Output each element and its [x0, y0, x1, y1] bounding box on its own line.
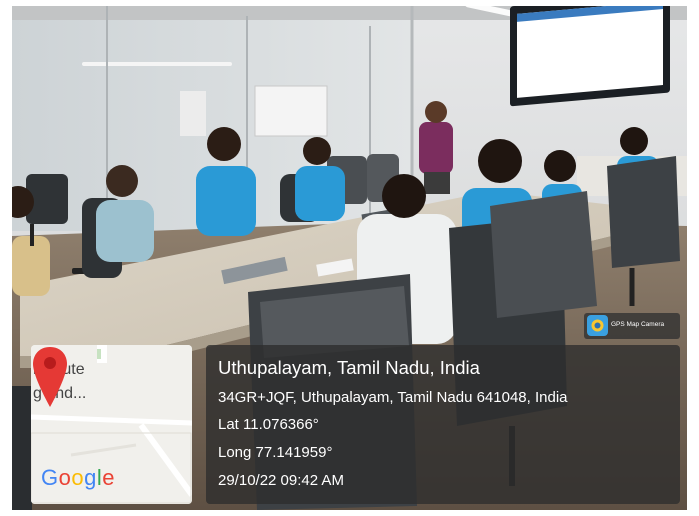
presenter-trousers: [424, 172, 450, 194]
location-title: Uthupalayam, Tamil Nadu, India: [218, 357, 480, 378]
location-info-panel: Uthupalayam, Tamil Nadu, India 34GR+JQF,…: [206, 345, 680, 504]
person-head: [544, 150, 576, 182]
location-latitude: Lat 11.076366°: [218, 416, 319, 433]
person-head: [478, 139, 522, 183]
gps-map-camera-label: GPS Map Camera: [611, 321, 665, 328]
ceiling-light: [82, 62, 232, 66]
person-head: [303, 137, 331, 165]
person-head: [620, 127, 648, 155]
photo-frame: GPS Map Camera nstitute g and... Google …: [0, 0, 699, 516]
presenter-head: [425, 101, 447, 123]
wall-poster: [254, 85, 328, 137]
presenter-shirt: [419, 122, 453, 174]
chair: [607, 156, 680, 268]
location-longitude: Long 77.141959°: [218, 444, 333, 461]
person-head: [382, 174, 426, 218]
map-pin-icon: [33, 347, 67, 407]
person-shirt: [196, 166, 256, 236]
location-timestamp: 29/10/22 09:42 AM: [218, 472, 344, 489]
person-shirt: [96, 200, 154, 262]
location-address: 34GR+JQF, Uthupalayam, Tamil Nadu 641048…: [218, 389, 568, 406]
gps-map-camera-icon: [587, 315, 608, 336]
chair: [490, 191, 597, 318]
person-head: [207, 127, 241, 161]
google-logo: Google: [41, 465, 116, 490]
gps-map-camera-badge: GPS Map Camera: [584, 313, 680, 339]
person-head: [106, 165, 138, 197]
person-shirt: [295, 166, 345, 221]
map-thumbnail[interactable]: nstitute g and... Google: [31, 345, 192, 504]
wall-poster: [180, 91, 206, 136]
chair: [12, 386, 32, 510]
